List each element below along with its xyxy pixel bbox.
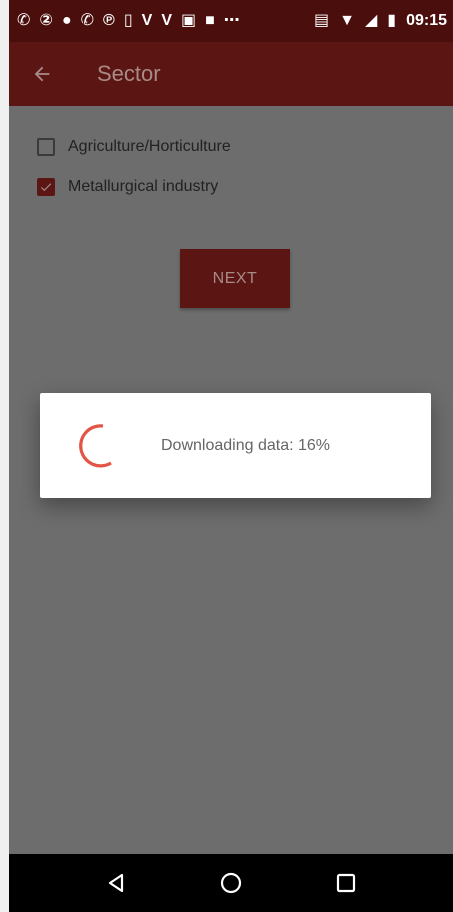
cast-icon: ▤	[313, 12, 330, 29]
battery-charging-icon: ▮	[387, 12, 397, 29]
status-bar: ✆ ② ● ✆ ℗ ▯ V V ▣ ■ ⋯ ▤ ▼ ◢ ▮ 09:15	[9, 0, 453, 42]
phone-screen: ✆ ② ● ✆ ℗ ▯ V V ▣ ■ ⋯ ▤ ▼ ◢ ▮ 09:15 Sect…	[9, 0, 453, 912]
loading-spinner-icon	[79, 423, 112, 467]
download-status-text: Downloading data: 16%	[161, 436, 331, 454]
system-icons: ▤ ▼ ◢ ▮ 09:15	[314, 12, 447, 30]
sector-option-metallurgical[interactable]: Metallurgical industry	[37, 178, 218, 196]
call-missed-icon: ✆	[80, 12, 95, 29]
video-icon: ■	[205, 12, 215, 29]
sector-option-label: Agriculture/Horticulture	[68, 138, 231, 155]
checkbox-checked[interactable]	[37, 178, 55, 196]
sim-icon: ▯	[123, 12, 133, 29]
page-title: Sector	[97, 61, 161, 86]
clock: 09:15	[406, 12, 447, 29]
app-bar: Sector	[9, 42, 453, 106]
progress-dialog: Downloading data: 16%	[40, 393, 431, 498]
checkbox-unchecked[interactable]	[37, 138, 55, 156]
pinterest-icon: ℗	[103, 12, 115, 29]
notification-icons: ✆ ② ● ✆ ℗ ▯ V V ▣ ■ ⋯	[17, 13, 240, 29]
back-triangle-icon[interactable]	[86, 854, 146, 912]
call-missed-icon: ✆	[17, 12, 31, 29]
photo-icon: ▣	[180, 12, 197, 29]
arrow-back-icon[interactable]	[31, 63, 87, 85]
messenger-icon: ●	[61, 12, 72, 29]
next-button[interactable]: NEXT	[180, 249, 290, 308]
check-icon	[40, 183, 52, 192]
home-circle-icon[interactable]	[201, 854, 261, 912]
more-icon: ⋯	[223, 12, 240, 29]
sector-option-agriculture[interactable]: Agriculture/Horticulture	[37, 138, 231, 156]
wifi-icon: ▼	[339, 12, 355, 29]
viber-icon: V	[161, 12, 172, 29]
sector-option-label: Metallurgical industry	[68, 178, 219, 195]
navigation-bar	[9, 854, 453, 912]
signal-icon: ◢	[364, 12, 378, 29]
recents-square-icon[interactable]	[316, 854, 376, 912]
viber-icon: V	[141, 12, 153, 29]
whatsapp-icon: ②	[39, 12, 53, 29]
